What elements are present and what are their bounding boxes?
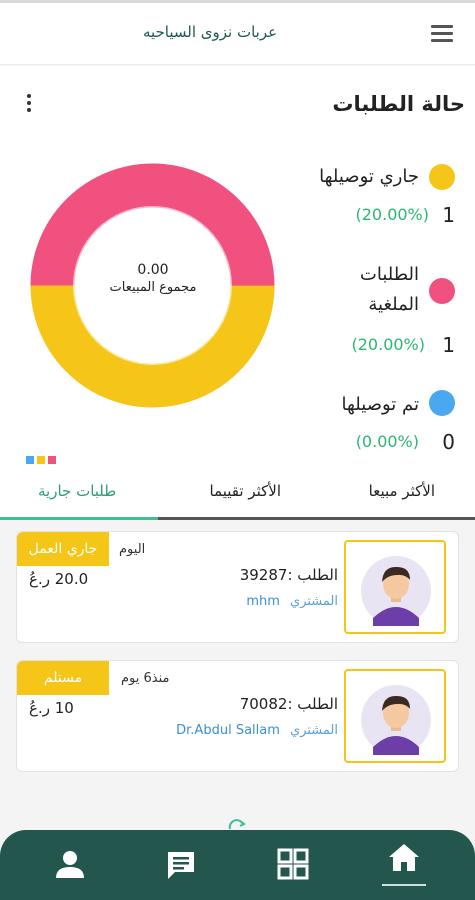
tab-current-orders[interactable]: طلبات جارية (38, 482, 116, 500)
more-options-icon[interactable] (24, 94, 34, 116)
order-time: اليوم (119, 542, 146, 557)
refresh-icon[interactable] (227, 818, 247, 830)
legend-label-cancelled: الطلبات الملغية (359, 264, 419, 315)
order-card[interactable]: الطلب :39287 المشتري mhm اليوم جاري العم… (16, 531, 459, 643)
order-price: 20.0 ر.عُ (29, 570, 89, 588)
buyer-label: المشتري (290, 723, 338, 738)
buyer-name: Dr.Abdul Sallam (176, 723, 280, 738)
legend-percent-in-delivery: (20.00%) (355, 205, 430, 224)
tab-bar: الأكثر مبيعا الأكثر تقييما طلبات جارية (0, 464, 475, 520)
tab-top-rated[interactable]: الأكثر تقييما (210, 482, 282, 500)
legend-label-in-delivery: جاري توصيلها (319, 166, 419, 187)
chat-icon[interactable] (163, 846, 199, 882)
total-sales-value: 0.00 (137, 262, 169, 278)
active-tab-indicator (0, 517, 158, 520)
app-title: عربات نزوى السياحيه (142, 23, 278, 41)
order-card[interactable]: الطلب :70082 المشتري Dr.Abdul Sallam منذ… (16, 660, 459, 772)
buyer-label: المشتري (290, 594, 338, 609)
avatar (344, 540, 446, 634)
legend-dot-delivered (429, 390, 455, 416)
active-nav-indicator (382, 884, 426, 886)
total-sales-label: مجموع المبيعات (109, 280, 197, 295)
legend-count-in-delivery: 1 (442, 203, 455, 227)
order-number: الطلب :70082 (239, 695, 338, 713)
user-avatar-icon (361, 556, 431, 626)
status-badge: جاري العمل (17, 532, 109, 566)
profile-icon[interactable] (52, 846, 88, 882)
legend-label-delivered: تم توصيلها (341, 394, 419, 415)
tab-best-selling[interactable]: الأكثر مبيعا (369, 482, 435, 500)
status-badge: مستلم (17, 661, 109, 695)
legend-percent-delivered: (0.00%) (355, 432, 419, 451)
legend-count-delivered: 0 (442, 430, 455, 454)
buyer-row: المشتري mhm (246, 594, 338, 609)
buyer-name: mhm (246, 594, 280, 609)
hamburger-menu-icon[interactable] (431, 25, 453, 43)
page-indicator (26, 449, 66, 464)
legend-dot-cancelled (429, 278, 455, 304)
legend-dot-in-delivery (429, 164, 455, 190)
order-number: الطلب :39287 (239, 566, 338, 584)
app-header: عربات نزوى السياحيه (0, 3, 475, 65)
user-avatar-icon (361, 685, 431, 755)
order-status-card: حالة الطلبات 0.00 مجموع المبيعات جاري تو… (0, 66, 475, 464)
legend-count-cancelled: 1 (442, 333, 455, 357)
grid-icon[interactable] (275, 846, 311, 882)
bottom-navigation (0, 830, 475, 900)
buyer-row: المشتري Dr.Abdul Sallam (176, 723, 338, 738)
order-time: منذ6 يوم (121, 671, 170, 686)
legend-percent-cancelled: (20.00%) (351, 335, 426, 354)
home-icon[interactable] (386, 840, 422, 876)
order-price: 10 ر.عُ (29, 699, 74, 717)
card-title: حالة الطلبات (332, 92, 465, 116)
avatar (344, 669, 446, 763)
donut-center: 0.00 مجموع المبيعات (80, 262, 226, 295)
